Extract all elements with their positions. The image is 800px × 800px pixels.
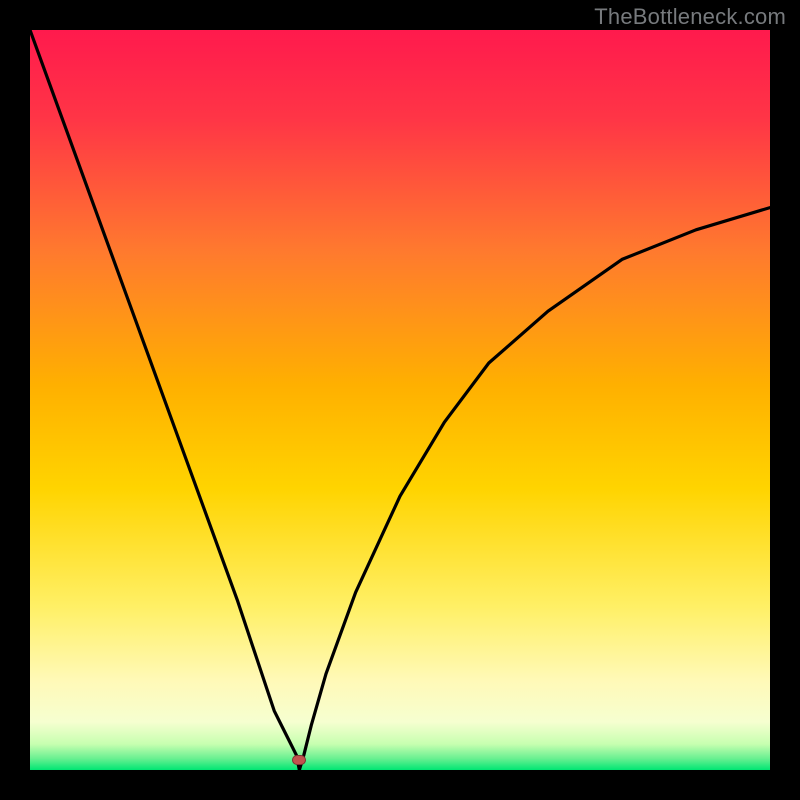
bottleneck-curve [30, 30, 770, 770]
chart-frame: TheBottleneck.com [0, 0, 800, 800]
minimum-marker [292, 755, 306, 765]
watermark-text: TheBottleneck.com [594, 4, 786, 30]
plot-area [30, 30, 770, 770]
